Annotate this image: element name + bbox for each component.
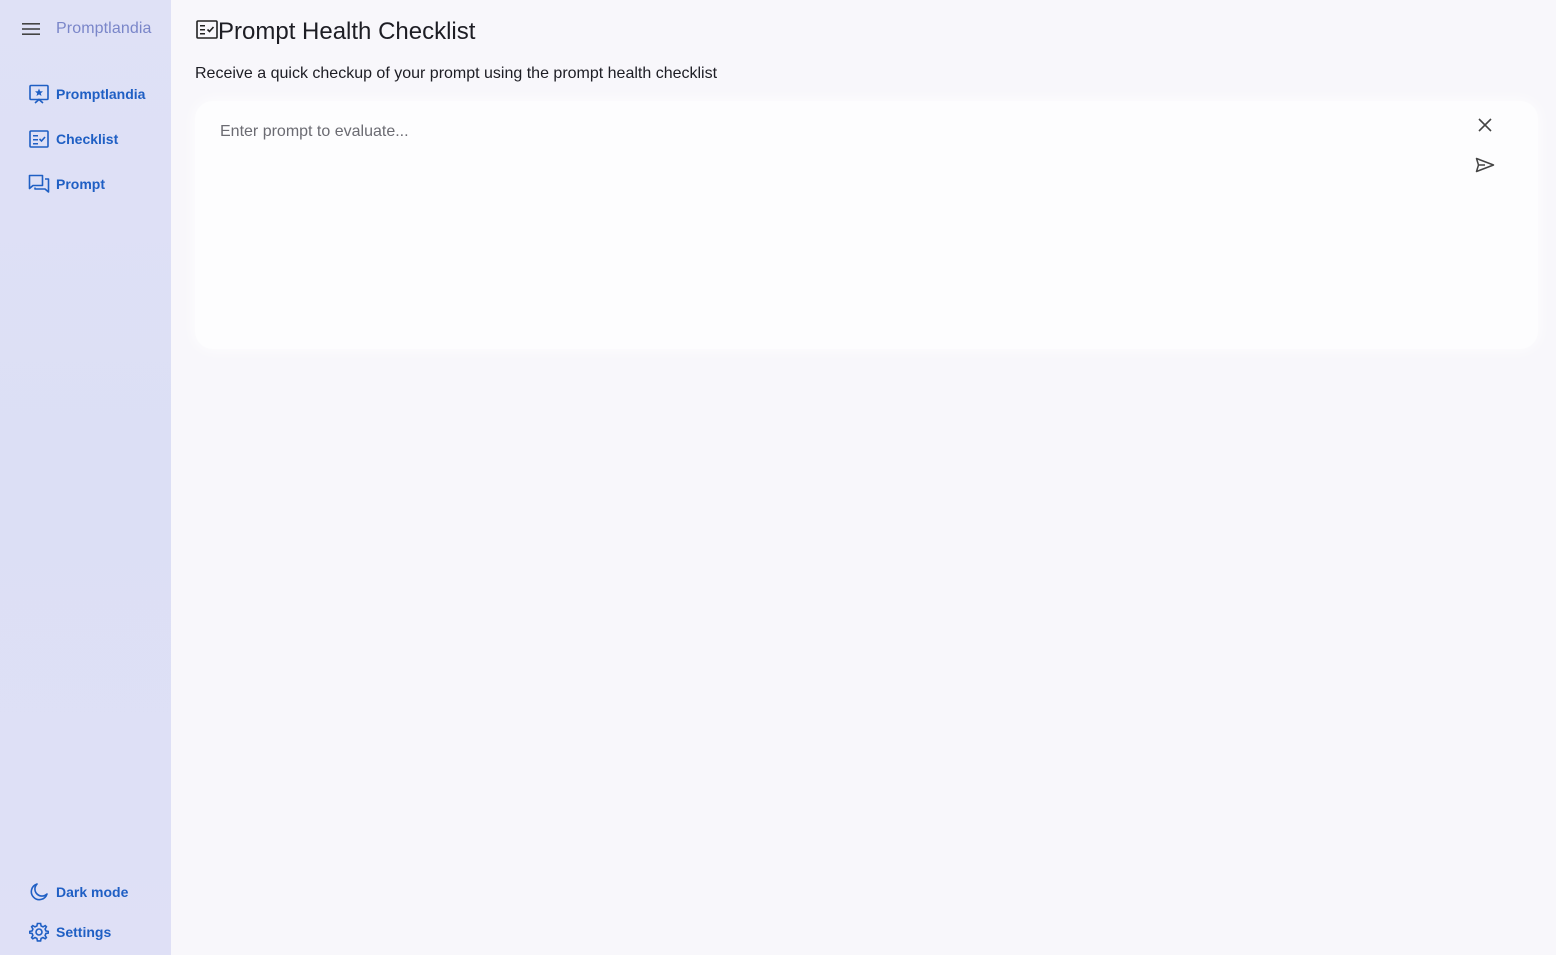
- menu-icon[interactable]: [20, 18, 42, 40]
- app-root: Promptlandia Promptlandia Checklist Prom…: [0, 0, 1556, 955]
- moon-icon: [28, 881, 50, 903]
- sidebar-item-label: Prompt: [56, 176, 105, 192]
- clear-button[interactable]: [1473, 115, 1497, 139]
- prompt-card: [195, 101, 1538, 349]
- fact-check-icon: [196, 19, 218, 45]
- main-content: Prompt Health Checklist Receive a quick …: [171, 0, 1556, 955]
- gear-icon: [28, 921, 50, 943]
- sidebar-bottom: Dark mode Settings: [28, 880, 128, 955]
- sidebar-item-prompt[interactable]: Prompt: [28, 172, 145, 196]
- close-icon: [1478, 117, 1492, 137]
- sidebar-header: Promptlandia: [20, 18, 151, 40]
- sidebar-item-checklist[interactable]: Checklist: [28, 127, 145, 151]
- sidebar-item-label: Dark mode: [56, 884, 129, 900]
- send-icon: [1475, 157, 1495, 178]
- page-subtitle: Receive a quick checkup of your prompt u…: [195, 65, 718, 82]
- page-header: Prompt Health Checklist: [196, 18, 475, 46]
- featured-play-list-icon: [28, 83, 50, 105]
- sidebar-nav: Promptlandia Checklist Prompt: [28, 82, 145, 217]
- send-button[interactable]: [1473, 155, 1497, 179]
- sidebar-item-label: Promptlandia: [56, 86, 146, 102]
- brand-name: Promptlandia: [56, 20, 152, 37]
- sidebar: Promptlandia Promptlandia Checklist Prom…: [0, 0, 171, 955]
- sidebar-item-settings[interactable]: Settings: [28, 920, 128, 944]
- forum-icon: [28, 173, 50, 195]
- sidebar-item-promptlandia[interactable]: Promptlandia: [28, 82, 145, 106]
- prompt-input[interactable]: [218, 121, 1442, 325]
- fact-check-icon: [28, 128, 50, 150]
- page-title: Prompt Health Checklist: [218, 18, 476, 45]
- sidebar-item-label: Checklist: [56, 131, 119, 147]
- dark-mode-toggle[interactable]: Dark mode: [28, 880, 128, 904]
- sidebar-item-label: Settings: [56, 924, 112, 940]
